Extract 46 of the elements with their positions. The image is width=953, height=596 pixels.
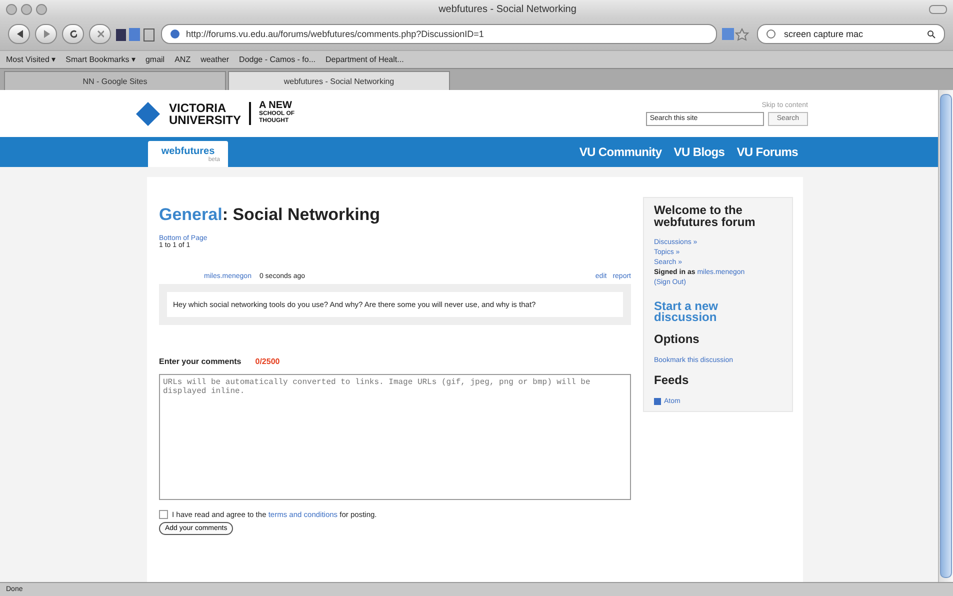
- agree-checkbox[interactable]: [159, 510, 168, 519]
- comment-input-field[interactable]: URLs will be automatically converted to links. Image URLs (gif, jpeg, png or bmp) will be displayed inline.: [159, 374, 631, 500]
- browser-tab[interactable]: NN - Google Sites: [4, 71, 226, 90]
- bookmark-link[interactable]: Most Visited ▾: [6, 55, 56, 64]
- minimize-button[interactable]: [21, 4, 32, 14]
- back-button[interactable]: [8, 24, 30, 44]
- bookmark-link[interactable]: weather: [200, 55, 230, 64]
- character-counter: 0/2500: [255, 357, 280, 366]
- bookmark-link[interactable]: Smart Bookmarks ▾: [66, 55, 136, 64]
- close-button[interactable]: [6, 4, 17, 14]
- reload-icon: [69, 29, 77, 39]
- site-icon: [170, 29, 180, 39]
- scrollbar[interactable]: [938, 90, 953, 582]
- forward-button[interactable]: [35, 24, 57, 44]
- search-field[interactable]: screen capture mac: [757, 24, 945, 44]
- back-arrow-icon: [15, 29, 23, 39]
- options-heading: Options: [654, 332, 700, 346]
- bookmark-link[interactable]: Dodge - Camos - fo...: [239, 55, 316, 64]
- start-discussion-link[interactable]: Start a new discussion: [654, 301, 782, 323]
- bookmark-star-icon[interactable]: [722, 27, 752, 41]
- address-field[interactable]: http://forums.vu.edu.au/forums/webfutures/comments.php?DiscussionID=1: [161, 24, 717, 44]
- scroll-thumb[interactable]: [940, 94, 952, 578]
- bookmark-link[interactable]: Department of Healt...: [326, 55, 404, 64]
- nav-link[interactable]: VU Blogs: [674, 145, 725, 159]
- reload-button[interactable]: [62, 24, 84, 44]
- discussion-title: General: Social Networking: [159, 205, 382, 225]
- feeds-heading: Feeds: [654, 373, 690, 387]
- browser-tab[interactable]: webfutures - Social Networking: [228, 71, 450, 90]
- nav-link[interactable]: VU Community: [579, 145, 662, 159]
- diamond-logo-icon: [135, 100, 161, 126]
- sidebar-heading: Welcome to the webfutures forum: [654, 204, 756, 228]
- bookmark-link[interactable]: ANZ: [174, 55, 191, 64]
- feed-icon: [654, 398, 661, 405]
- search-icon: [927, 30, 936, 38]
- university-logo-text: VICTORIA UNIVERSITY: [169, 102, 242, 126]
- comment-label: Enter your comments: [159, 357, 242, 366]
- bookmark-link[interactable]: gmail: [145, 55, 165, 64]
- stop-icon: [96, 29, 104, 39]
- nav-link[interactable]: VU Forums: [736, 145, 798, 159]
- toolbar-toggle-button[interactable]: [929, 4, 947, 14]
- toolbar-icons-drawing[interactable]: [116, 26, 156, 42]
- forward-arrow-icon: [42, 29, 50, 39]
- window-title: webfutures - Social Networking: [438, 4, 578, 14]
- search-engine-icon: [766, 29, 778, 39]
- zoom-button[interactable]: [36, 4, 47, 14]
- stop-button[interactable]: [89, 24, 111, 44]
